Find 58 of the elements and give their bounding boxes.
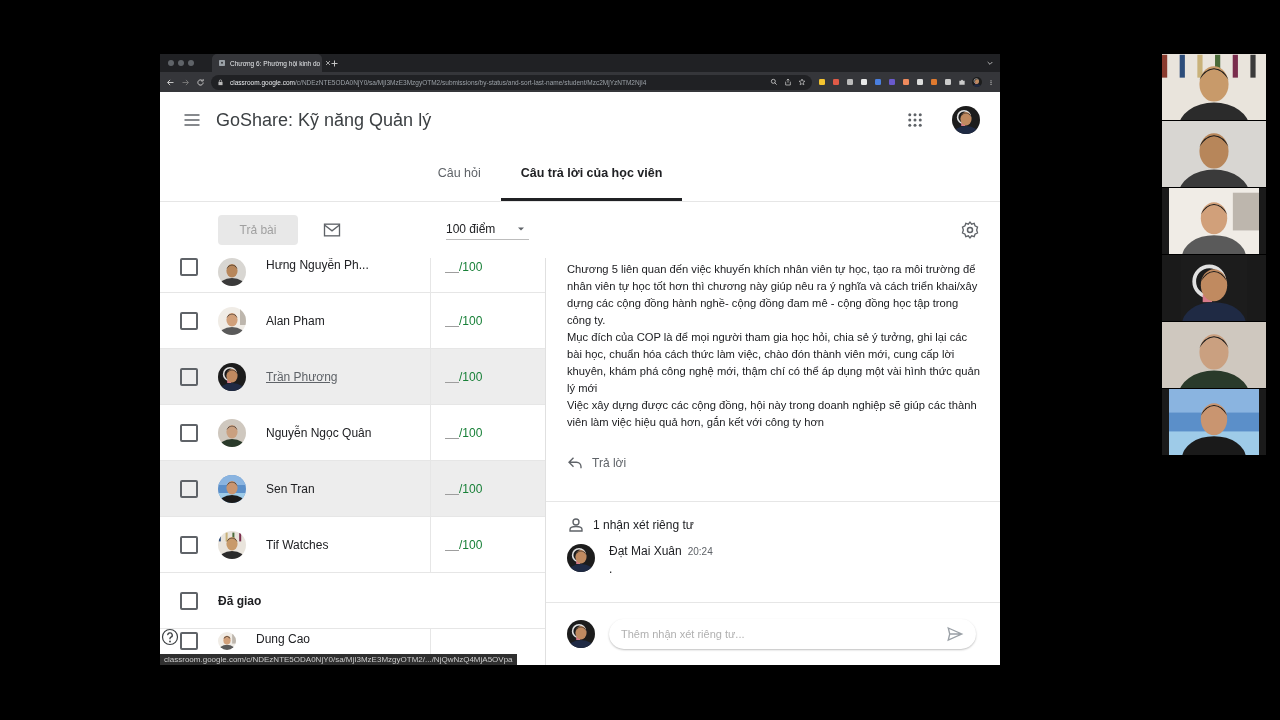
grade-total: /100 [459,425,483,440]
page-icon [218,59,226,67]
course-title: GoShare: Kỹ năng Quản lý [216,109,432,131]
answer-text: Mục đích của COP là để mọi người tham gia học hỏi, chia sẻ ý tưởng, ghi lại các bài học, chuẩn hóa cách thức làm việc, chào đón thành viên mới, cung cấp lời khuyên, khám phá công nghệ mới, thậm chí có thể áp dụng một vài hình thức quản lý mới [567,330,980,396]
student-row[interactable]: Tif Watches /100 [160,517,545,573]
grade-total: /100 [459,313,483,328]
answer-text: Việc xây dựng được các cộng đồng, hội này trong doanh nghiệp sẽ giúp các thành viên làm việc hiệu quả hơn, gắn kết với công ty hơn [567,398,978,430]
checkbox[interactable] [180,479,198,498]
puzzle-icon[interactable] [958,78,966,86]
grade-total: /100 [459,260,483,274]
group-heading: Đã giao [218,593,262,608]
student-name[interactable]: Hưng Nguyễn Ph... [266,258,369,272]
send-icon[interactable] [946,625,964,643]
close-icon[interactable] [324,59,333,67]
status-url: classroom.google.com/c/NDEzNTE5ODA0NjY0/sa/MjI3MzE3MzgyOTM2/.../NjQwNzQ4MjA5OVpa [160,654,517,665]
person-icon [567,516,585,534]
comment-field[interactable]: Thêm nhận xét riêng tư... [609,619,976,649]
grade-total: /100 [459,537,483,552]
comment-time: 20:24 [687,546,713,557]
new-tab-icon[interactable] [330,58,339,68]
settings-icon[interactable] [960,220,980,240]
checkbox[interactable] [180,591,198,610]
checkbox[interactable] [180,535,198,554]
checkbox[interactable] [180,311,198,330]
more-icon[interactable] [988,77,994,87]
tab[interactable]: Câu hỏi [417,148,501,201]
comments-heading: 1 nhận xét riêng tư [593,518,694,532]
share-icon[interactable] [784,78,792,86]
student-row[interactable]: Sen Tran /100 [160,461,545,517]
comment-text: . [609,562,614,576]
student-name[interactable]: Alan Pham [266,313,325,328]
apps-grid-icon[interactable] [906,111,924,129]
forward-icon[interactable] [181,77,190,87]
points-dropdown[interactable]: 100 điểm [446,220,530,240]
grade-total: /100 [459,369,483,384]
help-icon[interactable] [161,628,179,646]
reply-button[interactable]: Trả lời [566,454,627,472]
reload-icon[interactable] [196,77,205,87]
back-icon[interactable] [166,77,175,87]
student-name[interactable]: Sen Tran [266,481,315,496]
answer-text: Chương 5 liên quan đến việc khuyến khích nhân viên tự học, tạo ra môi trường để nhân viên tự học tốt hơn thì chương này giúp nêu ra ý nghĩa và cách triển khai/xây dựng các cộng đồng hành nghề- cộng đồng đam mê - cộng đồng học tập trong công ty. [567,262,979,328]
checkbox[interactable] [180,258,198,276]
tab[interactable]: Câu trả lời của học viên [500,148,683,201]
student-name[interactable]: Tif Watches [266,537,329,552]
checkbox[interactable] [180,423,198,442]
checkbox[interactable] [180,632,198,650]
checkbox[interactable] [180,367,198,386]
comment-author: Đạt Mai Xuân [609,544,682,558]
student-name[interactable]: Dung Cao [256,632,311,646]
lock-icon [217,78,224,86]
student-name[interactable]: Nguyễn Ngọc Quân [266,425,372,440]
student-name[interactable]: Trần Phương [266,369,338,384]
star-icon[interactable] [798,78,806,86]
student-row[interactable]: Trần Phương /100 [160,349,545,405]
chevron-down-icon[interactable] [986,59,994,67]
grade-total: /100 [459,481,483,496]
zoom-icon[interactable] [770,78,778,86]
student-row[interactable]: Hưng Nguyễn Ph... /100 [160,258,545,293]
